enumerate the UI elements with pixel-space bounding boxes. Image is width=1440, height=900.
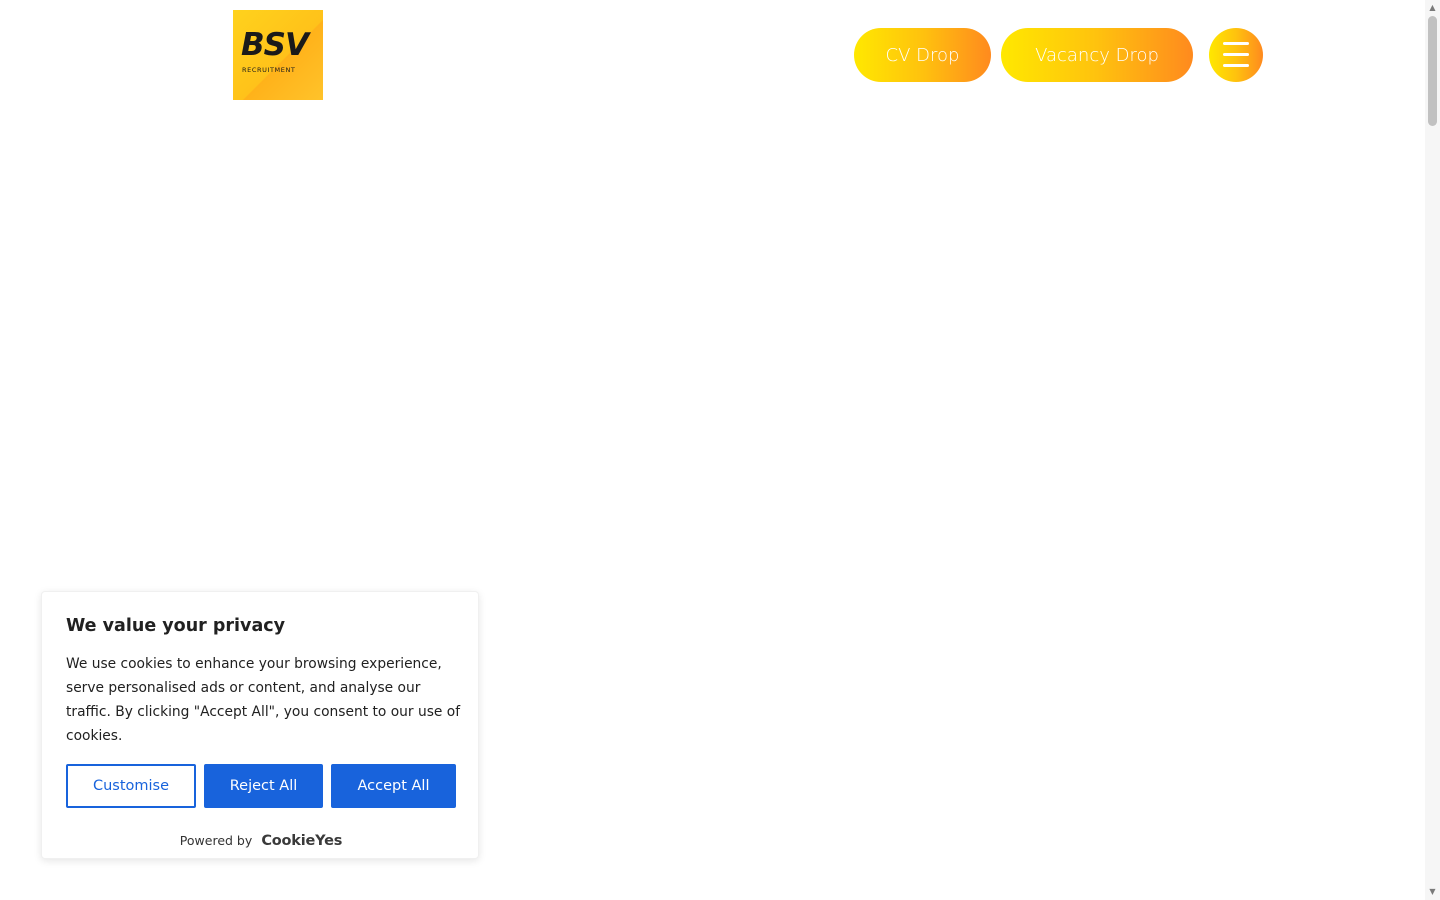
logo-text: BSV [241,27,309,63]
page: BSV RECRUITMENT CV Drop Vacancy Drop We … [0,0,1440,900]
cookie-banner-title: We value your privacy [66,616,286,636]
hamburger-menu-icon[interactable] [1209,28,1263,82]
menu-bar-top [1223,42,1249,45]
scroll-down-arrow-icon[interactable]: ▼ [1425,884,1440,899]
cookie-consent-banner: We value your privacy We use cookies to … [41,591,479,859]
menu-bar-middle [1223,53,1249,56]
powered-by-label: Powered by [179,833,253,848]
accept-all-button[interactable]: Accept All [331,764,456,808]
logo-subtext: RECRUITMENT [242,66,296,74]
vacancy-drop-button[interactable]: Vacancy Drop [1001,28,1193,82]
vertical-scrollbar[interactable]: ▲ ▼ [1425,0,1440,900]
cookieyes-logo[interactable]: CookieYes [261,833,342,849]
cookie-banner-description: We use cookies to enhance your browsing … [66,656,461,744]
scrollbar-thumb[interactable] [1428,16,1437,126]
customise-button[interactable]: Customise [66,764,196,808]
powered-by-footer: Powered by CookieYes [42,830,480,849]
bsv-recruitment-logo[interactable]: BSV RECRUITMENT [233,10,323,100]
reject-all-button[interactable]: Reject All [204,764,323,808]
cv-drop-button[interactable]: CV Drop [854,28,991,82]
scroll-up-arrow-icon[interactable]: ▲ [1425,0,1440,15]
menu-bar-bottom [1223,64,1249,67]
